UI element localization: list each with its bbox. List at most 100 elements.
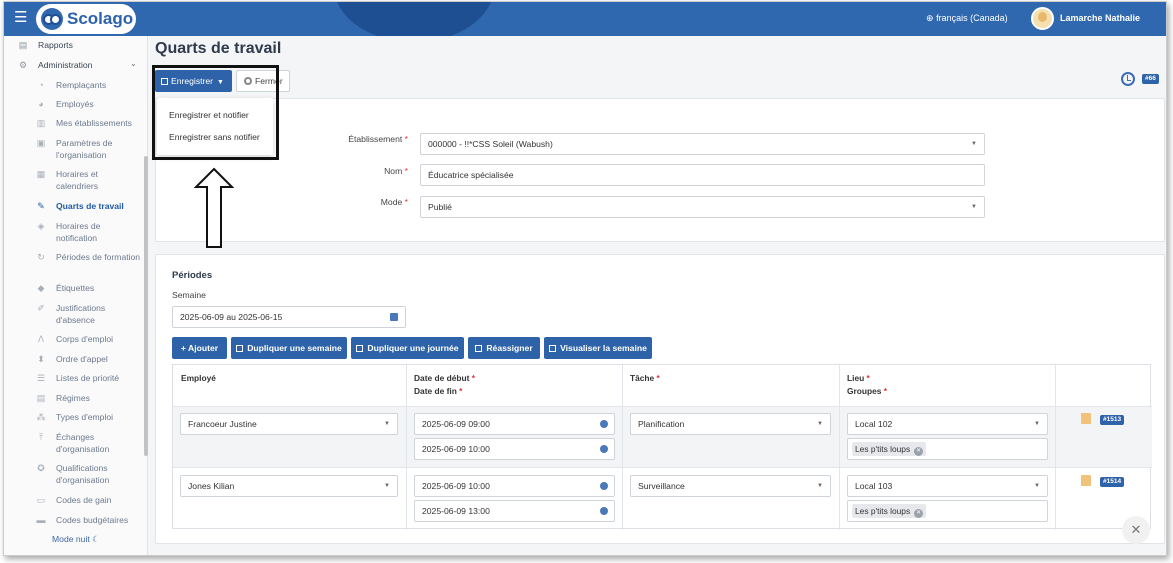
week-value: 2025-06-09 au 2025-06-15 [180,312,283,322]
column-header-groups: Groupes * [847,386,888,396]
sidebar-item-horaires[interactable]: ▦ Horaires et calendriers [4,168,144,192]
sidebar-item-administration[interactable]: ⚙ Administration ⌄ [4,59,144,71]
column-divider [1055,365,1056,530]
trash-icon[interactable] [1081,475,1091,486]
reassign-button[interactable]: Réassigner [468,337,540,359]
remove-tag-icon[interactable]: ✕ [914,509,924,518]
column-header-end: Date de fin * [414,386,463,396]
history-icon[interactable] [1121,72,1135,86]
sidebar-item-listes-priorite[interactable]: ☰ Listes de priorité [4,372,144,384]
week-label: Semaine [172,290,206,300]
sidebar-item-remplacants[interactable]: ◔ Remplaçants [4,79,144,91]
sidebar-item-regimes[interactable]: ▤ Régimes [4,392,144,404]
sidebar-item-codes-gain[interactable]: ▭ Codes de gain [4,494,144,506]
duplicate-day-button[interactable]: Dupliquer une journée [351,337,464,359]
user-name[interactable]: Lamarche Nathalie [1060,13,1140,23]
brand-logo[interactable]: Scolago [36,4,136,34]
sidebar-item-employes[interactable]: ◕ Employés [4,98,144,110]
end-date-field[interactable]: 2025-06-09 13:00 [414,500,615,522]
sort-icon: ⬍ [37,354,45,364]
sidebar-item-corps-emploi[interactable]: Ʌ Corps d'emploi [4,333,144,345]
view-week-button[interactable]: Visualiser la semaine [544,337,652,359]
sidebar-item-label: Horaires de notification [56,221,101,243]
sidebar-item-label: Remplaçants [56,80,107,90]
dropdown-arrow-icon: ▼ [384,421,390,427]
close-icon[interactable]: ✕ [1122,516,1150,544]
sidebar-item-parametres[interactable]: ▣ Paramètres de l'organisation [4,137,144,161]
clock-icon [600,507,608,515]
sidebar-item-label: Échanges d'organisation [56,432,110,454]
view-week-label: Visualiser la semaine [560,343,647,353]
language-label: français (Canada) [936,13,1008,23]
sidebar-item-types-emploi[interactable]: ⁂ Types d'emploi [4,411,144,423]
sidebar-item-periodes-formation[interactable]: ↻ Périodes de formation [4,251,144,263]
sidebar-item-horaires-notification[interactable]: ◈ Horaires de notification [4,220,144,244]
place-select[interactable]: Local 103 ▼ [847,475,1048,497]
week-picker[interactable]: 2025-06-09 au 2025-06-15 [172,306,406,328]
start-date-field[interactable]: 2025-06-09 10:00 [414,475,615,497]
mode-select[interactable]: Publié ▼ [420,196,985,218]
sidebar-item-echanges[interactable]: ⤒ Échanges d'organisation [4,431,144,455]
employee-select[interactable]: Jones Kilian ▼ [180,475,398,497]
bell-icon: ◈ [37,221,45,231]
remove-tag-icon[interactable]: ✕ [914,447,924,456]
duplicate-week-button[interactable]: Dupliquer une semaine [231,337,347,359]
sidebar-item-label: Administration [38,60,93,70]
moon-icon: ☾ [92,534,100,544]
users-icon: ◕ [38,99,44,109]
person-icon: Ʌ [37,334,44,344]
globe-icon: ⊕ [926,13,934,23]
avatar[interactable] [1031,7,1054,30]
owl-logo-icon [41,8,63,30]
name-field[interactable]: Éducatrice spécialisée [420,164,985,186]
sidebar-scrollbar[interactable] [144,156,148,456]
sidebar-item-rapports[interactable]: ▤ Rapports [4,39,144,51]
money-icon: ▭ [36,495,46,505]
sidebar-item-mes-etablissements[interactable]: ▥ Mes établissements [4,117,144,129]
record-id-badge: #66 [1142,74,1159,84]
app-window: ☰ Scolago ⊕ français (Canada) Lamarche N… [3,1,1167,556]
sidebar-item-codes-budgetaires[interactable]: ▬ Codes budgétaires [4,514,144,526]
building-icon: ▥ [36,118,46,128]
tag-icon: ◆ [37,283,45,293]
sidebar-item-qualifications[interactable]: ✪ Qualifications d'organisation [4,462,144,486]
groups-field[interactable]: Les p'tits loups ✕ [847,500,1048,522]
dropdown-arrow-icon: ▼ [817,421,823,427]
employee-select[interactable]: Francoeur Justine ▼ [180,413,398,435]
employee-value: Jones Kilian [188,481,235,491]
calendar-icon: ▦ [36,169,46,179]
mode-value: Publié [428,202,452,212]
place-select[interactable]: Local 102 ▼ [847,413,1048,435]
add-button[interactable]: + Ajouter [172,337,227,359]
note-icon: ✐ [37,303,45,313]
hamburger-menu-icon[interactable]: ☰ [14,10,30,26]
sidebar-item-label: Paramètres de l'organisation [56,138,113,160]
duplicate-week-label: Dupliquer une semaine [247,343,342,353]
dropdown-arrow-icon: ▼ [1034,421,1040,427]
sidebar: ▤ Rapports ⚙ Administration ⌄ ◔ Remplaçan… [4,36,148,555]
sidebar-item-etiquettes[interactable]: ◆ Étiquettes [4,282,144,294]
task-select[interactable]: Planification ▼ [630,413,831,435]
dropdown-arrow-icon: ▼ [1034,483,1040,489]
task-select[interactable]: Surveillance ▼ [630,475,831,497]
duplicate-day-label: Dupliquer une journée [367,343,459,353]
settings-icon: ▣ [36,138,46,148]
establishment-select[interactable]: 000000 - !!*CSS Soleil (Wabush) ▼ [420,133,985,155]
language-selector[interactable]: ⊕ français (Canada) [926,13,1008,24]
trash-icon[interactable] [1081,413,1091,424]
start-date-value: 2025-06-09 09:00 [422,419,490,429]
sidebar-item-justifications[interactable]: ✐ Justifications d'absence [4,302,144,326]
sidebar-item-quarts[interactable]: ✎ Quarts de travail [4,200,144,212]
night-mode-toggle[interactable]: Mode nuit ☾ [52,534,100,545]
clock-icon [600,445,608,453]
sidebar-item-ordre-appel[interactable]: ⬍ Ordre d'appel [4,353,144,365]
sidebar-item-label: Rapports [38,40,73,50]
reassign-label: Réassigner [486,343,533,353]
start-date-field[interactable]: 2025-06-09 09:00 [414,413,615,435]
dropdown-arrow-icon: ▼ [817,483,823,489]
end-date-field[interactable]: 2025-06-09 10:00 [414,438,615,460]
groups-field[interactable]: Les p'tits loups ✕ [847,438,1048,460]
swap-icon [475,345,483,352]
sidebar-item-label: Codes de gain [56,495,112,505]
clock-icon [600,420,608,428]
